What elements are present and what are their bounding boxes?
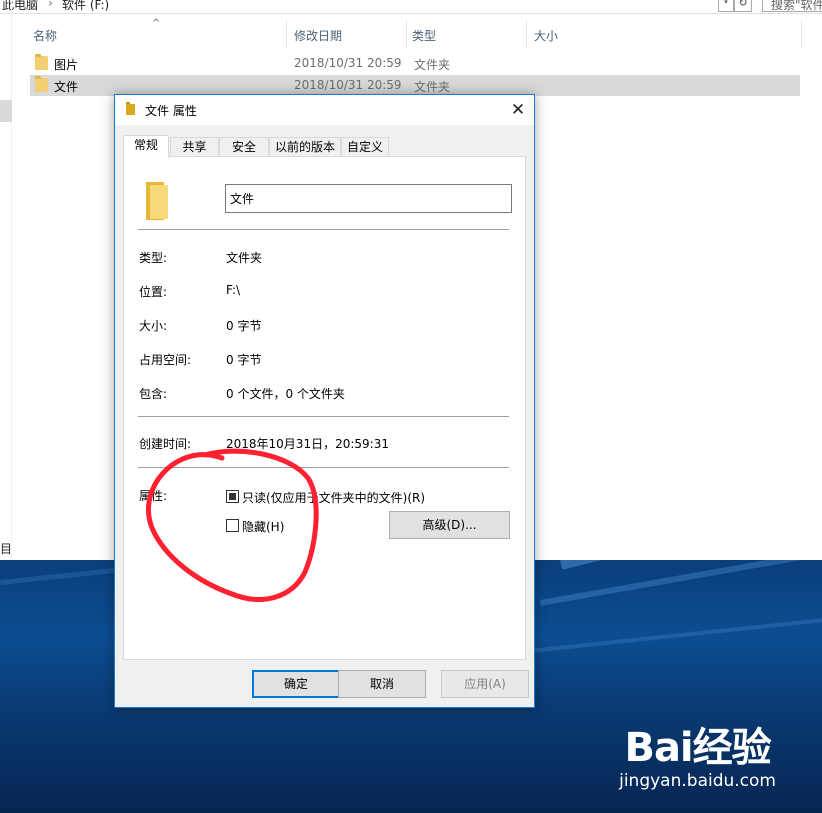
disk-size-value: 0 字节 (226, 353, 262, 367)
type-label: 类型: (139, 251, 168, 265)
dialog-title: 文件 属性 (145, 104, 197, 118)
divider (138, 229, 509, 230)
contains-label: 包含: (139, 387, 168, 401)
type-value: 文件夹 (226, 251, 263, 265)
tab-customize[interactable]: 自定义 (341, 137, 389, 157)
cancel-button[interactable]: 取消 (338, 670, 426, 698)
search-input[interactable]: 搜索"软件 (762, 0, 822, 12)
apply-button[interactable]: 应用(A) (441, 670, 529, 698)
file-row-pictures[interactable]: 图片 2018/10/31 20:59 文件夹 (30, 53, 800, 74)
properties-dialog: 文件 属性 ✕ 常规 共享 安全 以前的版本 自定义 类型: 文件夹 位置: F… (114, 94, 535, 708)
created-label: 创建时间: (139, 437, 192, 451)
breadcrumb-drive[interactable]: 软件 (F:) (62, 0, 109, 13)
folder-icon (142, 182, 168, 220)
column-divider[interactable] (801, 20, 802, 48)
tab-sharing[interactable]: 共享 (170, 137, 219, 157)
divider (138, 416, 509, 417)
sort-ascending-icon: ^ (152, 18, 161, 29)
column-divider[interactable] (286, 20, 287, 48)
file-row-files[interactable]: 文件 2018/10/31 20:59 文件夹 (30, 75, 800, 96)
baidu-jingyan-watermark: Bai经验 jingyan.baidu.com (619, 715, 776, 791)
advanced-button[interactable]: 高级(D)... (389, 511, 510, 539)
readonly-checkbox-label[interactable]: 只读(仅应用于文件夹中的文件)(R) (242, 489, 425, 506)
close-button[interactable]: ✕ (504, 97, 532, 123)
column-size[interactable]: 大小 (534, 27, 558, 44)
navigation-pane (0, 0, 12, 560)
file-date: 2018/10/31 20:59 (294, 56, 402, 70)
ok-button[interactable]: 确定 (252, 670, 340, 698)
file-type: 文件夹 (414, 58, 451, 72)
light-ray (520, 599, 822, 654)
column-header: ^ 名称 修改日期 类型 大小 (22, 18, 802, 48)
disk-size-label: 占用空间: (139, 353, 192, 367)
size-label: 大小: (139, 319, 168, 333)
column-name[interactable]: 名称 (33, 27, 57, 44)
location-label: 位置: (139, 285, 168, 299)
status-bar-text: 目 (0, 542, 13, 556)
tab-previous-versions[interactable]: 以前的版本 (269, 137, 341, 157)
file-date: 2018/10/31 20:59 (294, 78, 402, 92)
file-name: 文件 (54, 80, 79, 94)
file-name: 图片 (54, 58, 79, 72)
hidden-checkbox-label[interactable]: 隐藏(H) (242, 518, 284, 535)
address-bar[interactable]: 此电脑 › 软件 (F:) ∨ ↻ 搜索"软件 (0, 0, 822, 14)
tab-security[interactable]: 安全 (219, 137, 269, 157)
hidden-checkbox[interactable] (226, 519, 239, 532)
folder-icon (35, 54, 48, 70)
contains-value: 0 个文件，0 个文件夹 (226, 387, 345, 401)
light-ray (540, 560, 822, 606)
folder-icon (35, 76, 48, 92)
location-value: F:\ (226, 283, 241, 297)
watermark-url: jingyan.baidu.com (619, 771, 776, 791)
address-dropdown-icon[interactable]: ∨ (718, 0, 734, 12)
breadcrumb-separator: › (48, 0, 53, 10)
file-type: 文件夹 (414, 80, 451, 94)
divider (138, 467, 509, 468)
size-value: 0 字节 (226, 319, 262, 333)
column-date[interactable]: 修改日期 (294, 27, 342, 44)
column-type[interactable]: 类型 (412, 27, 436, 44)
tab-general[interactable]: 常规 (123, 135, 169, 158)
column-divider[interactable] (526, 20, 527, 48)
attributes-label: 属性: (139, 489, 168, 503)
refresh-icon[interactable]: ↻ (734, 0, 752, 12)
dialog-titlebar[interactable]: 文件 属性 ✕ (115, 95, 534, 125)
column-divider[interactable] (406, 20, 407, 48)
created-value: 2018年10月31日，20:59:31 (226, 437, 389, 451)
general-tab-panel: 类型: 文件夹 位置: F:\ 大小: 0 字节 占用空间: 0 字节 包含: … (123, 156, 526, 660)
readonly-checkbox[interactable] (226, 490, 239, 503)
folder-icon (126, 102, 135, 115)
navigation-pane-selected-item[interactable] (0, 100, 12, 122)
watermark-logo: Bai经验 (624, 725, 771, 771)
folder-name-input[interactable] (225, 184, 512, 213)
